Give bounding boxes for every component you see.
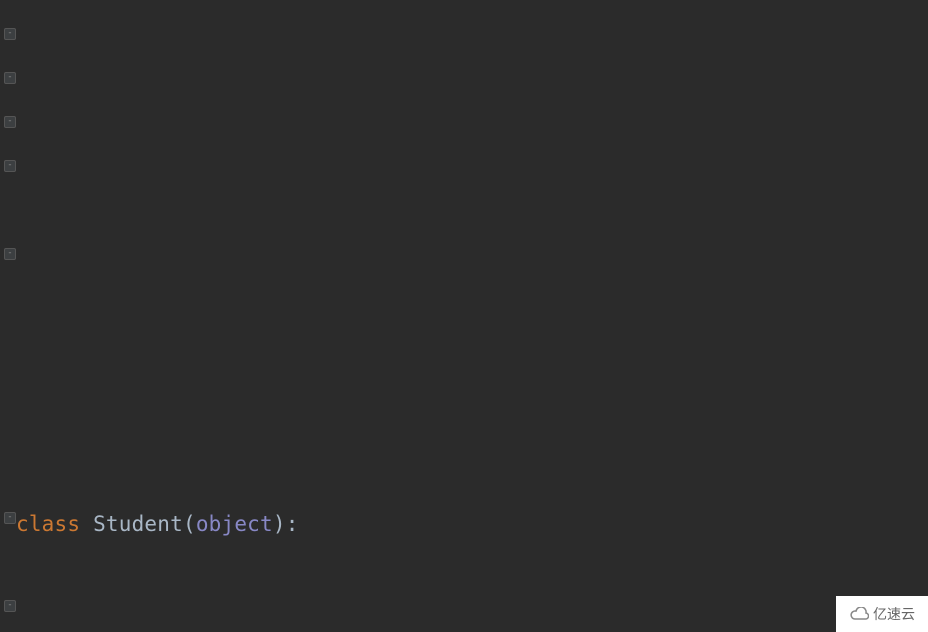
fold-marker-icon[interactable] [4,72,16,84]
cloud-icon [849,607,869,621]
fold-marker-icon[interactable] [4,512,16,524]
punct: ): [273,512,299,536]
watermark-badge: 亿速云 [836,596,928,632]
fold-marker-icon[interactable] [4,248,16,260]
builtin-object: object [196,512,273,536]
fold-marker-icon[interactable] [4,28,16,40]
class-name: Student [93,512,183,536]
fold-marker-icon[interactable] [4,160,16,172]
fold-marker-icon[interactable] [4,116,16,128]
watermark-text: 亿速云 [873,604,915,624]
keyword-class: class [16,512,93,536]
code-editor[interactable]: class Student(object): def __init__(self… [0,0,928,632]
code-line: class Student(object): [16,502,928,546]
fold-marker-icon[interactable] [4,600,16,612]
punct: ( [183,512,196,536]
